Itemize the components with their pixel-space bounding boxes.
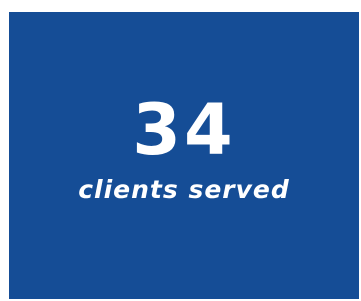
stat-card: 34 clients served	[9, 12, 359, 299]
stat-caption: clients served	[78, 175, 290, 204]
stat-value: 34	[132, 89, 236, 171]
